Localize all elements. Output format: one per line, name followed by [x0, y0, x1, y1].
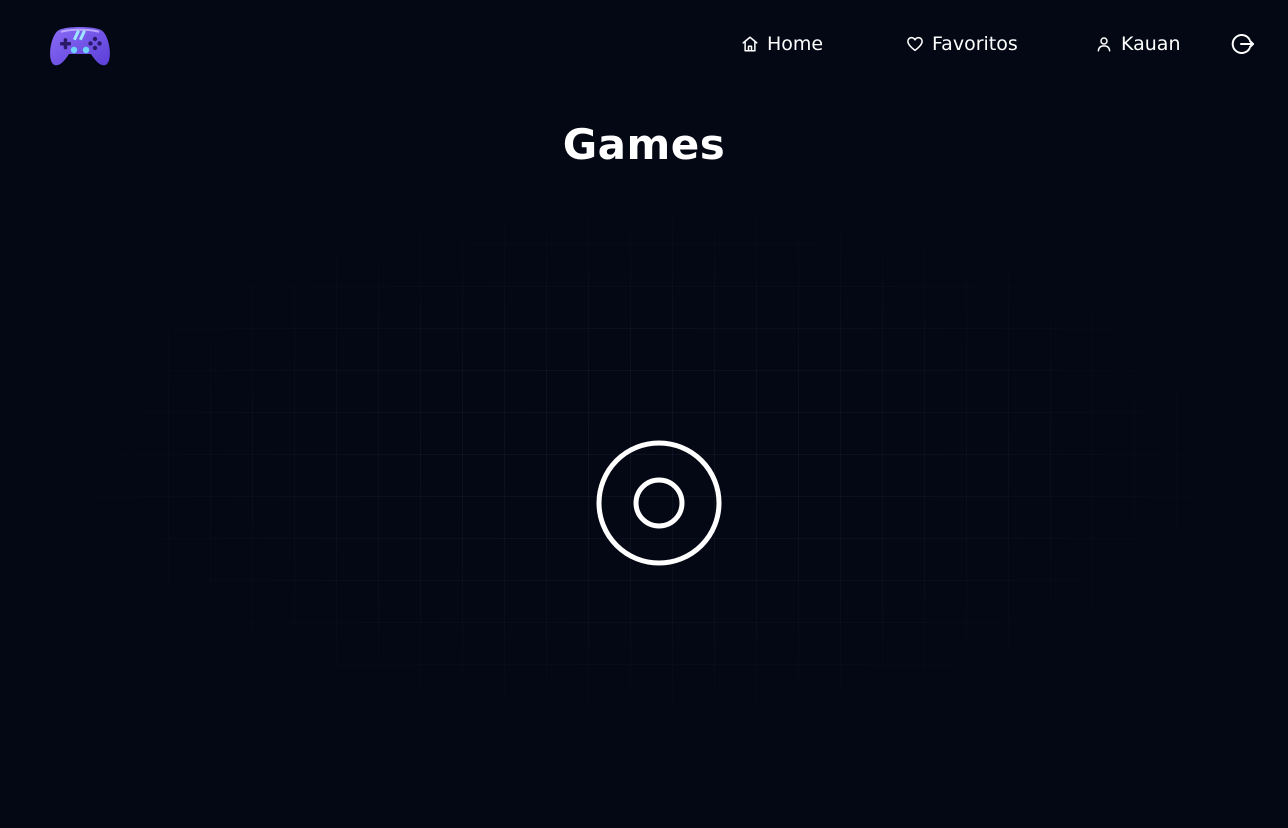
nav-user-label: Kauan [1121, 33, 1181, 55]
nav-favorites-label: Favoritos [932, 33, 1018, 55]
page: Home Favoritos Kauan Games [0, 0, 1288, 828]
home-icon [741, 35, 759, 53]
top-navbar: Home Favoritos Kauan [0, 0, 1288, 88]
nav-home-label: Home [767, 33, 824, 55]
gamepad-logo-icon[interactable] [47, 22, 113, 68]
nav-user-link[interactable]: Kauan [1095, 30, 1181, 58]
nav-home-link[interactable]: Home [741, 30, 823, 58]
logout-icon[interactable] [1231, 32, 1255, 56]
spinner-icon [595, 439, 723, 567]
nav-favorites-link[interactable]: Favoritos [906, 30, 1018, 58]
page-title: Games [562, 120, 726, 169]
user-icon [1095, 35, 1113, 53]
heart-icon [906, 35, 924, 53]
